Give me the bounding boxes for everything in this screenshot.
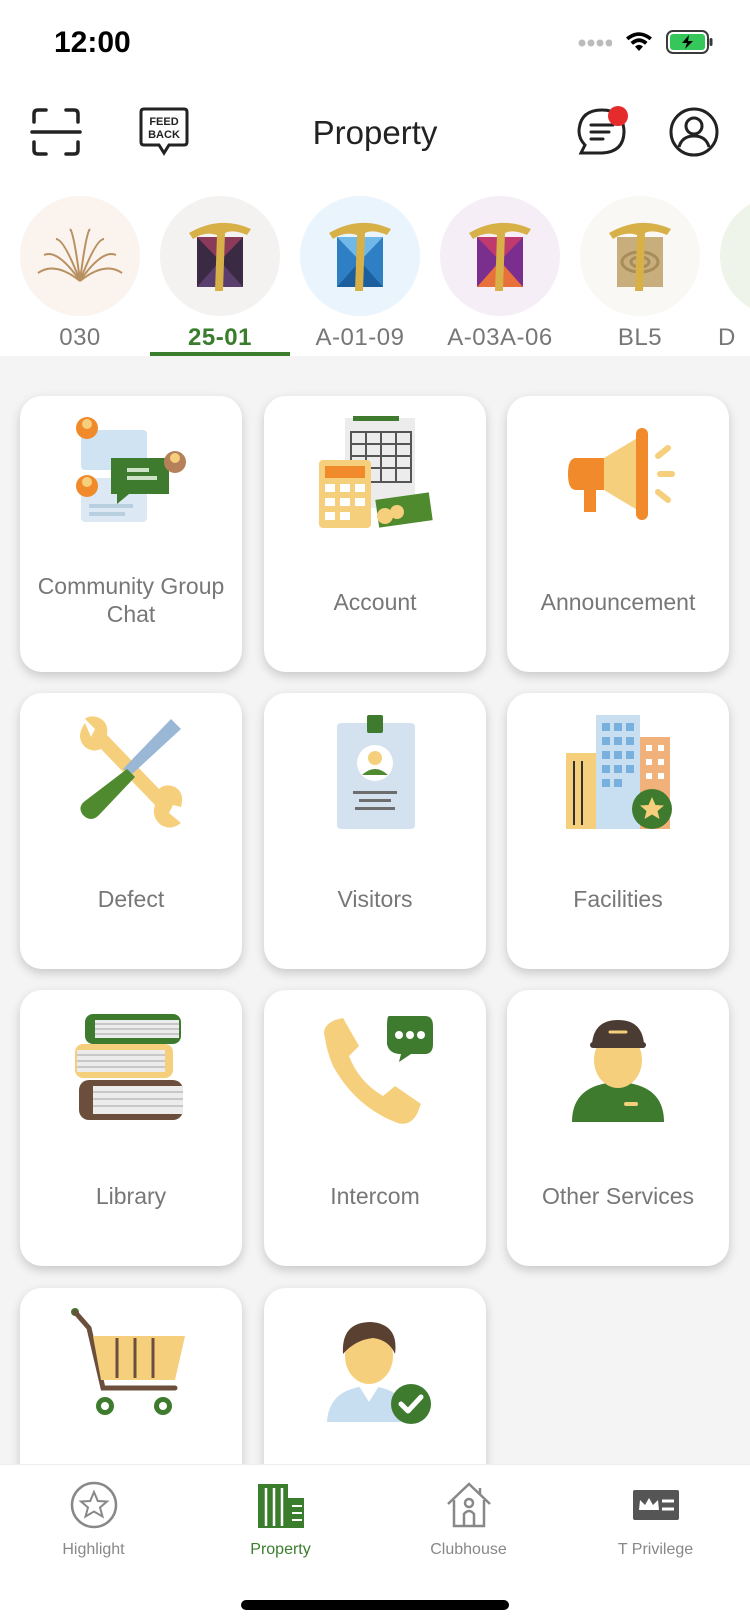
service-label: Other Services	[541, 1183, 695, 1209]
service-tile-account[interactable]: Account	[264, 396, 486, 672]
property-label: A-03A-06	[447, 324, 553, 351]
status-icons	[578, 30, 714, 59]
service-tile-defect[interactable]: Defect	[20, 693, 242, 969]
property-label: BL5	[617, 324, 663, 351]
service-label: Community Group Chat	[37, 573, 225, 627]
notification-badge	[608, 106, 628, 126]
profile-button[interactable]	[664, 104, 724, 164]
active-underline	[150, 352, 290, 356]
books-icon	[71, 1010, 191, 1130]
property-icon	[253, 1477, 309, 1533]
service-label: Announcement	[540, 589, 696, 615]
tab-label: Property	[250, 1541, 311, 1558]
group-chat-icon	[71, 416, 191, 536]
property-item[interactable]: A-03A-06	[430, 190, 570, 356]
property-thumbnail	[440, 196, 560, 316]
tab-label: T Privilege	[617, 1541, 694, 1558]
user-icon	[668, 106, 720, 163]
tab-property[interactable]: Property	[187, 1465, 374, 1575]
service-tile-visitors[interactable]: Visitors	[264, 693, 486, 969]
wifi-icon	[624, 31, 654, 58]
property-item[interactable]: D	[710, 190, 750, 356]
building-icon	[558, 713, 678, 833]
property-item[interactable]: BL5	[570, 190, 710, 356]
tab-t-privilege[interactable]: T Privilege	[562, 1465, 749, 1575]
visitor-badge-icon	[315, 713, 435, 833]
header: FEED BACK Property	[0, 90, 750, 184]
home-indicator	[241, 1600, 509, 1610]
megaphone-icon	[558, 416, 678, 536]
service-label: Visitors	[337, 886, 413, 912]
tab-clubhouse[interactable]: Clubhouse	[375, 1465, 562, 1575]
property-item[interactable]: A-01-09	[290, 190, 430, 356]
service-tile-facilities[interactable]: Facilities	[507, 693, 729, 969]
property-label: 030	[59, 324, 101, 351]
service-tile-other-services[interactable]: Other Services	[507, 990, 729, 1266]
service-label: Defect	[97, 886, 165, 912]
property-thumbnail	[720, 196, 750, 316]
privilege-card-icon	[628, 1477, 684, 1533]
property-label: D	[718, 324, 736, 351]
battery-icon	[666, 30, 714, 59]
verified-user-icon	[315, 1308, 435, 1428]
property-thumbnail	[300, 196, 420, 316]
tab-label: Clubhouse	[430, 1541, 507, 1558]
service-tile-intercom[interactable]: Intercom	[264, 990, 486, 1266]
status-bar: 12:00	[0, 0, 750, 90]
service-label: Intercom	[330, 1183, 420, 1209]
property-label: A-01-09	[315, 324, 405, 351]
service-tile-community-group-chat[interactable]: Community Group Chat	[20, 396, 242, 672]
property-thumbnail	[580, 196, 700, 316]
star-icon	[66, 1477, 122, 1533]
tools-icon	[71, 713, 191, 833]
service-tile-library[interactable]: Library	[20, 990, 242, 1266]
service-tile-announcement[interactable]: Announcement	[507, 396, 729, 672]
clubhouse-icon	[441, 1477, 497, 1533]
property-thumbnail	[20, 196, 140, 316]
property-selector: 030 25-01 A-01-09 A-03A-06 BL5 D	[0, 184, 750, 356]
service-label: Facilities	[573, 886, 663, 912]
service-label: Account	[333, 589, 417, 615]
tab-label: Highlight	[62, 1541, 125, 1558]
property-label: 25-01	[188, 324, 252, 351]
shopping-cart-icon	[71, 1308, 191, 1428]
tab-highlight[interactable]: Highlight	[0, 1465, 187, 1575]
status-time: 12:00	[54, 26, 131, 59]
messages-button[interactable]	[572, 104, 632, 164]
property-item[interactable]: 030	[10, 190, 150, 356]
property-thumbnail	[160, 196, 280, 316]
page-title: Property	[312, 114, 438, 151]
technician-icon	[558, 1010, 678, 1130]
signal-icon	[578, 36, 613, 54]
phone-chat-icon	[315, 1010, 435, 1130]
property-item[interactable]: 25-01	[150, 190, 290, 356]
calculator-icon	[315, 416, 435, 536]
service-label: Library	[95, 1183, 167, 1209]
